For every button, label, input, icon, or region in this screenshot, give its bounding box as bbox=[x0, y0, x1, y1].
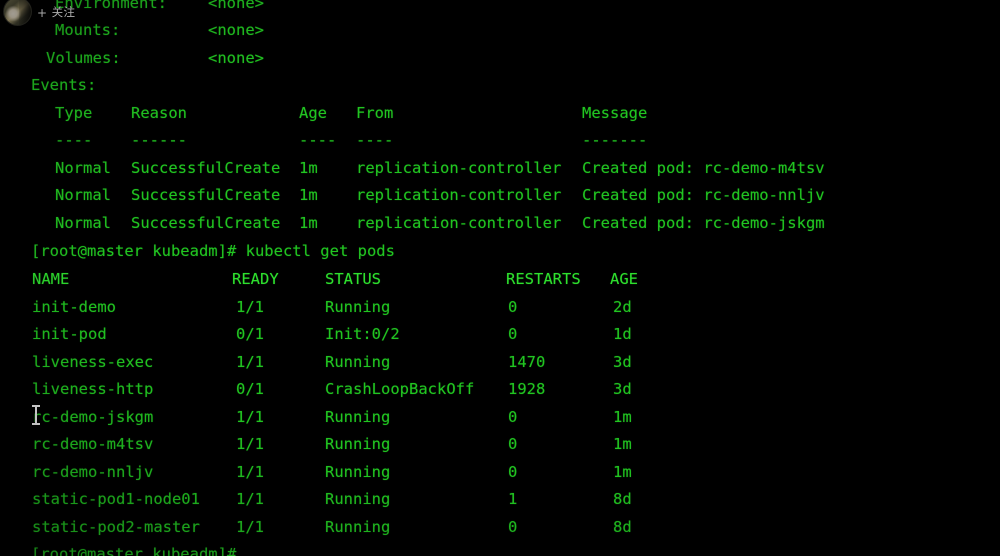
pod-row-name: liveness-http bbox=[32, 380, 154, 398]
pod-row-restarts: 0 bbox=[508, 518, 518, 536]
describe-value-volumes: <none> bbox=[208, 49, 264, 67]
pod-row-ready: 1/1 bbox=[236, 463, 264, 481]
event-row-from: replication-controller bbox=[356, 159, 562, 177]
event-row-type: Normal bbox=[55, 214, 111, 232]
plus-icon: + bbox=[37, 6, 48, 20]
pod-row-ready: 0/1 bbox=[236, 380, 264, 398]
pod-row-age: 8d bbox=[613, 518, 632, 536]
events-rule-message: ------- bbox=[582, 131, 648, 149]
pod-row-status: Running bbox=[325, 408, 391, 426]
terminal-screen: Environment: <none> Mounts: <none> Volum… bbox=[0, 0, 1000, 556]
pod-row-name: init-pod bbox=[32, 325, 107, 343]
pod-row-name: rc-demo-nnljv bbox=[32, 463, 154, 481]
event-row-message: Created pod: rc-demo-jskgm bbox=[582, 214, 825, 232]
pod-row-status: CrashLoopBackOff bbox=[325, 380, 475, 398]
event-row-type: Normal bbox=[55, 159, 111, 177]
pods-header-ready: READY bbox=[232, 270, 279, 288]
pod-row-name: init-demo bbox=[32, 298, 116, 316]
pods-header-name: NAME bbox=[32, 270, 70, 288]
events-rule-from: ---- bbox=[356, 131, 394, 149]
event-row-from: replication-controller bbox=[356, 186, 562, 204]
pod-row-ready: 1/1 bbox=[236, 408, 264, 426]
pod-row-name: static-pod2-master bbox=[32, 518, 200, 536]
pods-header-status: STATUS bbox=[325, 270, 381, 288]
event-row-from: replication-controller bbox=[356, 214, 562, 232]
events-section-label: Events: bbox=[31, 76, 97, 94]
pod-row-age: 1d bbox=[613, 325, 632, 343]
event-row-reason: SuccessfulCreate bbox=[131, 186, 281, 204]
pod-row-age: 2d bbox=[613, 298, 632, 316]
event-row-age: 1m bbox=[299, 186, 318, 204]
pod-row-age: 3d bbox=[613, 353, 632, 371]
events-header-from: From bbox=[356, 104, 394, 122]
pod-row-name: liveness-exec bbox=[32, 353, 154, 371]
pods-header-restarts: RESTARTS bbox=[506, 270, 581, 288]
event-row-age: 1m bbox=[299, 159, 318, 177]
terminal-output[interactable]: Environment: <none> Mounts: <none> Volum… bbox=[0, 0, 1000, 556]
describe-value-mounts: <none> bbox=[208, 21, 264, 39]
event-row-message: Created pod: rc-demo-nnljv bbox=[582, 186, 825, 204]
pod-row-restarts: 0 bbox=[508, 435, 518, 453]
pod-row-ready: 1/1 bbox=[236, 490, 264, 508]
avatar[interactable] bbox=[4, 0, 31, 25]
prompt-command-line[interactable]: [root@master kubeadm]# kubectl get pods bbox=[31, 238, 395, 265]
pod-row-name: rc-demo-jskgm bbox=[32, 408, 154, 426]
pod-row-ready: 1/1 bbox=[236, 298, 264, 316]
event-row-type: Normal bbox=[55, 186, 111, 204]
events-header-reason: Reason bbox=[131, 104, 187, 122]
pod-row-ready: 0/1 bbox=[236, 325, 264, 343]
event-row-age: 1m bbox=[299, 214, 318, 232]
pod-row-status: Running bbox=[325, 490, 391, 508]
events-rule-age: ---- bbox=[299, 131, 337, 149]
follow-button[interactable]: + 关注 bbox=[37, 7, 76, 19]
pod-row-status: Running bbox=[325, 298, 391, 316]
events-header-message: Message bbox=[582, 104, 648, 122]
pod-row-restarts: 0 bbox=[508, 325, 518, 343]
pod-row-age: 1m bbox=[613, 435, 632, 453]
pod-row-status: Running bbox=[325, 463, 391, 481]
pod-row-restarts: 0 bbox=[508, 408, 518, 426]
events-rule-type: ---- bbox=[55, 131, 93, 149]
pod-row-status: Running bbox=[325, 518, 391, 536]
pod-row-restarts: 0 bbox=[508, 298, 518, 316]
pod-row-ready: 1/1 bbox=[236, 435, 264, 453]
pod-row-age: 3d bbox=[613, 380, 632, 398]
events-header-type: Type bbox=[55, 104, 93, 122]
pod-row-restarts: 1470 bbox=[508, 353, 546, 371]
pod-row-restarts: 0 bbox=[508, 463, 518, 481]
pod-row-name: static-pod1-node01 bbox=[32, 490, 200, 508]
prompt-trailing-line[interactable]: [root@master kubeadm]# bbox=[31, 541, 236, 556]
pod-row-ready: 1/1 bbox=[236, 518, 264, 536]
events-header-age: Age bbox=[299, 104, 327, 122]
follow-button-label: 关注 bbox=[51, 5, 76, 20]
pod-row-restarts: 1 bbox=[508, 490, 518, 508]
describe-value-environment: <none> bbox=[208, 0, 264, 12]
pod-row-status: Running bbox=[325, 435, 391, 453]
pod-row-age: 8d bbox=[613, 490, 632, 508]
describe-label-volumes: Volumes: bbox=[46, 49, 121, 67]
event-row-message: Created pod: rc-demo-m4tsv bbox=[582, 159, 825, 177]
events-rule-reason: ------ bbox=[131, 131, 187, 149]
pod-row-restarts: 1928 bbox=[508, 380, 546, 398]
pod-row-age: 1m bbox=[613, 408, 632, 426]
event-row-reason: SuccessfulCreate bbox=[131, 159, 281, 177]
pods-header-age: AGE bbox=[610, 270, 638, 288]
pod-row-age: 1m bbox=[613, 463, 632, 481]
pod-row-status: Init:0/2 bbox=[325, 325, 400, 343]
avatar-shadow bbox=[19, 0, 31, 25]
event-row-reason: SuccessfulCreate bbox=[131, 214, 281, 232]
pod-row-ready: 1/1 bbox=[236, 353, 264, 371]
follow-overlay[interactable]: + 关注 bbox=[4, 0, 76, 26]
pod-row-name: rc-demo-m4tsv bbox=[32, 435, 154, 453]
pod-row-status: Running bbox=[325, 353, 391, 371]
